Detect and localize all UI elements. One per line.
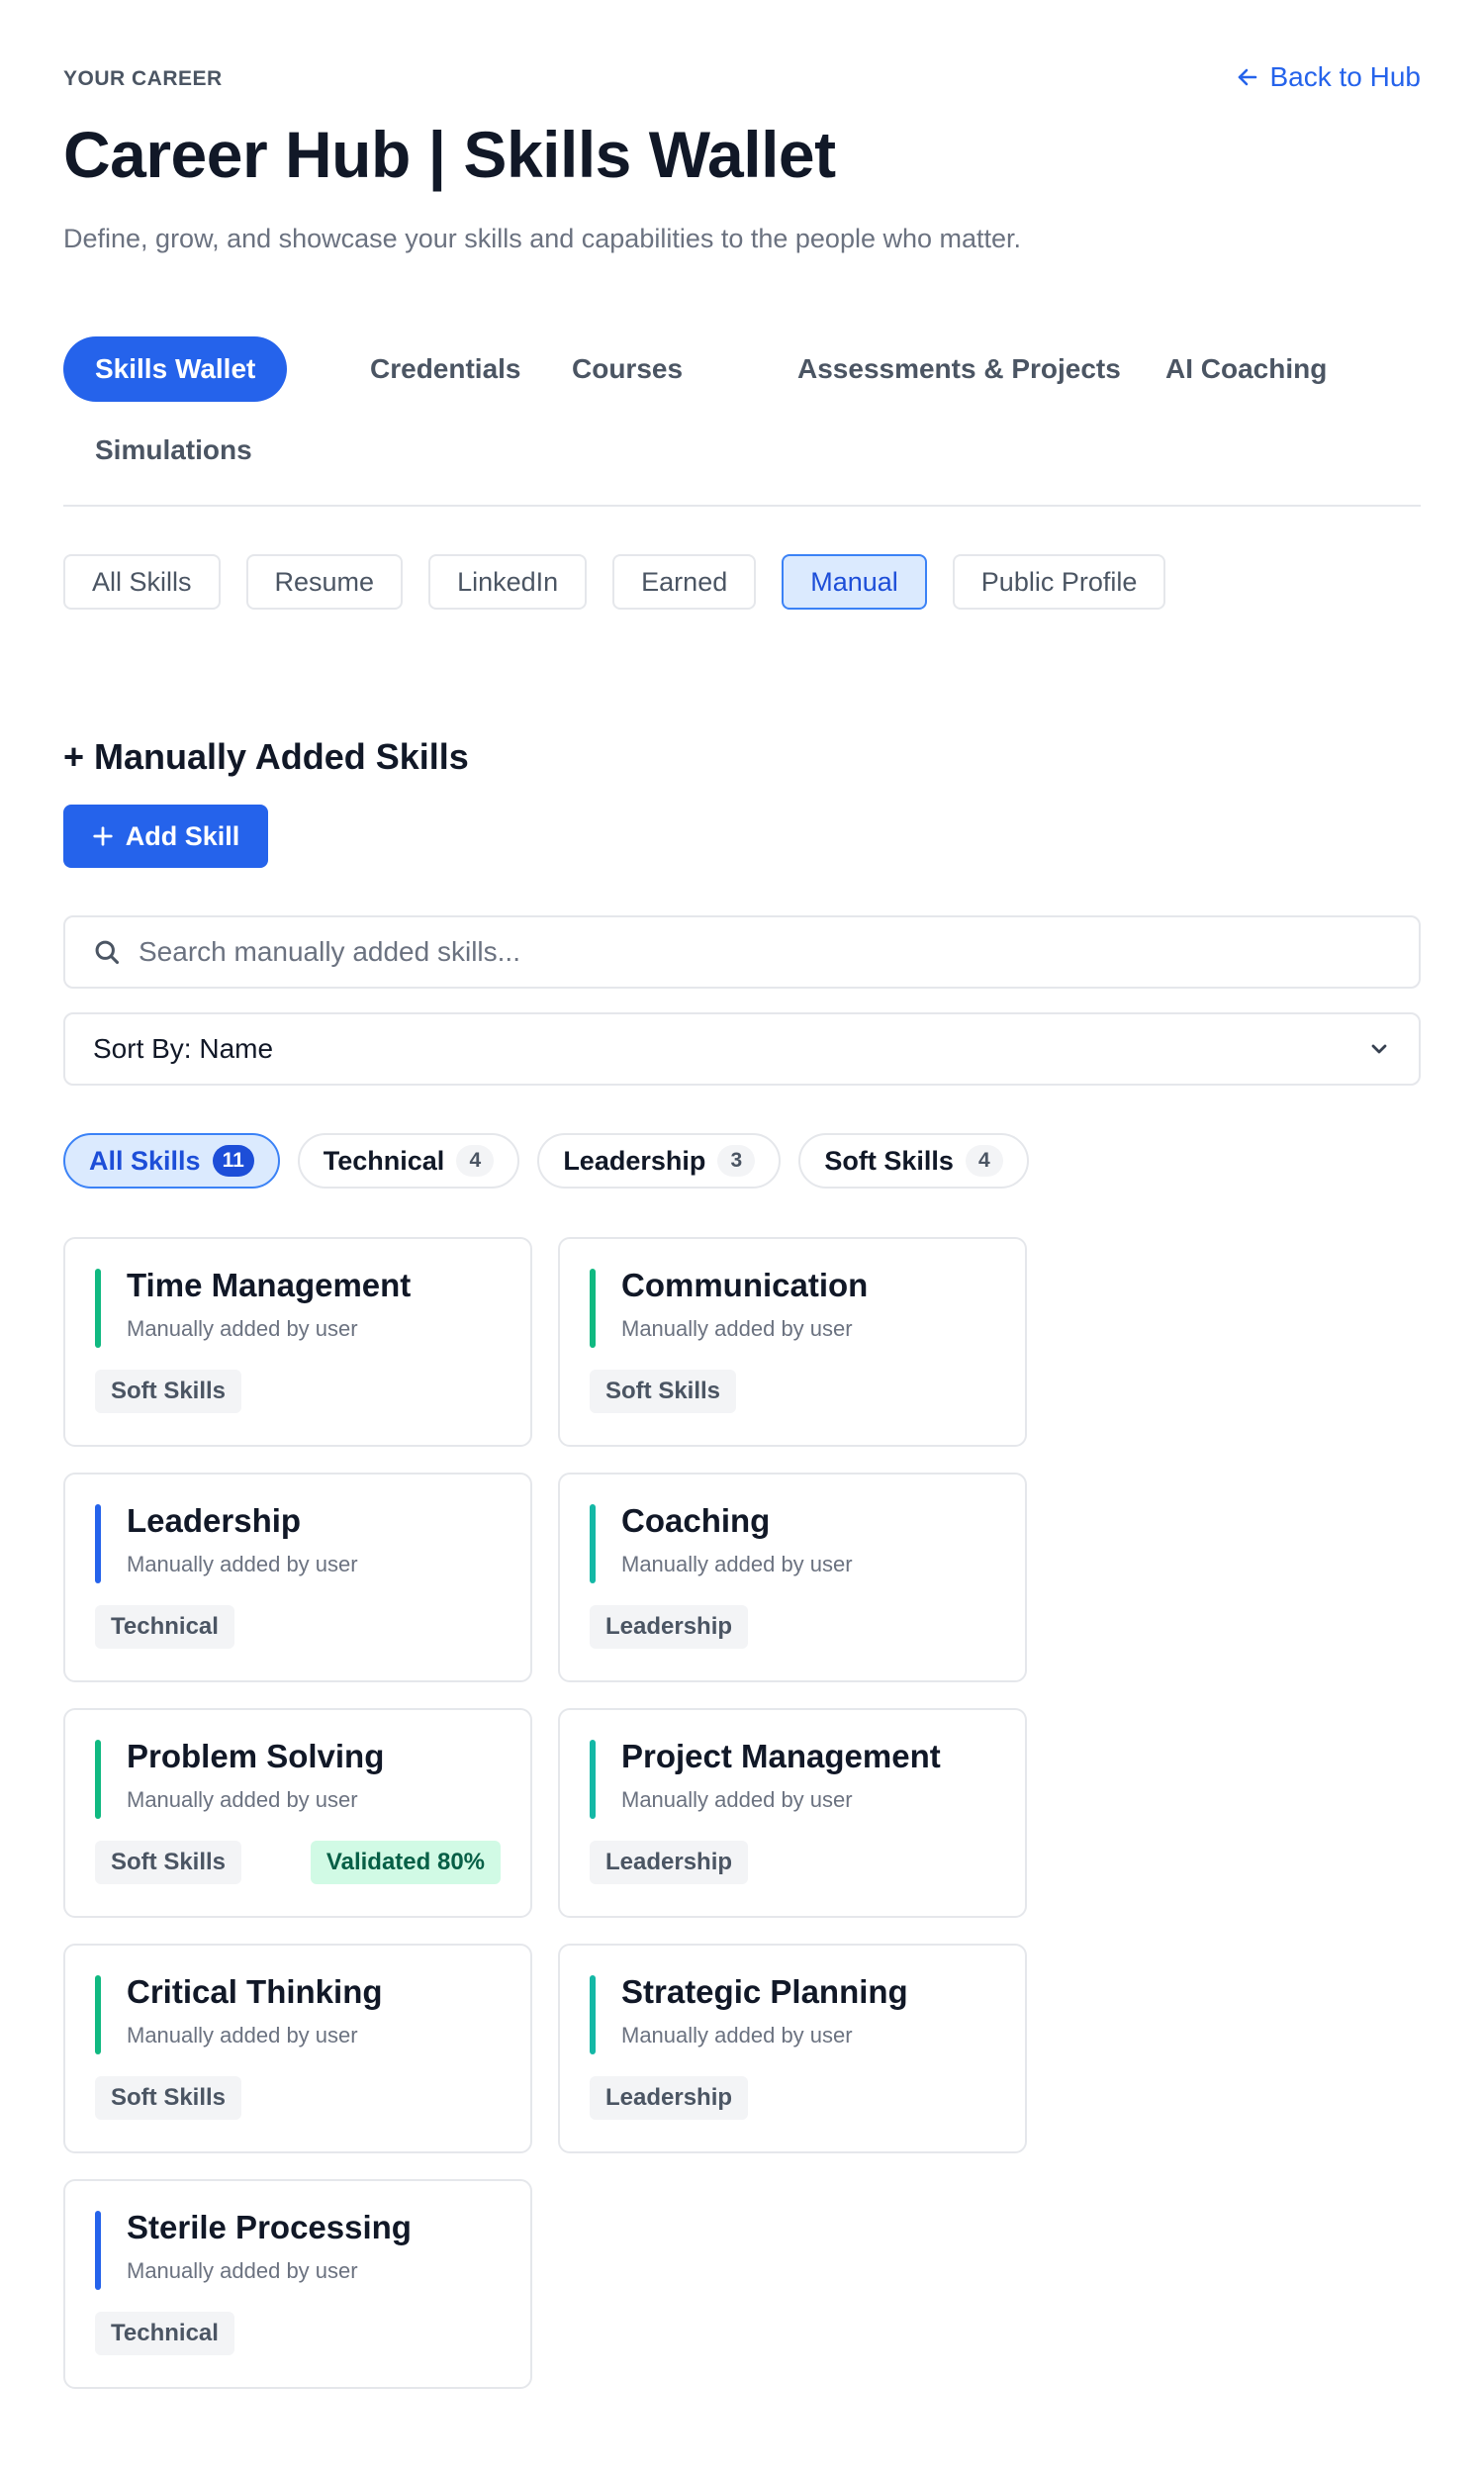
filter-earned[interactable]: Earned [612,554,757,610]
category-color-bar [95,1975,101,2054]
category-color-bar [95,1740,101,1819]
chevron-down-icon [1371,1044,1387,1054]
category-color-bar [590,1269,596,1348]
category-color-bar [95,1269,101,1348]
page-eyebrow: YOUR CAREER [63,67,223,90]
skill-category-tag: Soft Skills [95,1841,242,1884]
search-icon [95,940,120,965]
category-soft-skills[interactable]: Soft Skills 4 [798,1133,1029,1189]
skill-category-tag: Technical [95,1605,234,1649]
tab-credentials[interactable]: Credentials [338,336,553,402]
category-color-bar [95,1504,101,1583]
skills-wallet-page: YOUR CAREER Back to Hub Career Hub | Ski… [0,0,1484,2476]
skill-source: Manually added by user [621,1316,853,1341]
skill-card[interactable]: Coaching Manually added by user Leadersh… [558,1473,1027,1682]
category-count-badge: 4 [965,1145,1003,1177]
skill-card[interactable]: Leadership Manually added by user Techni… [63,1473,532,1682]
filter-resume[interactable]: Resume [245,554,404,610]
skills-grid: Time Management Manually added by user S… [63,1237,1027,2389]
tab-skills-wallet[interactable]: Skills Wallet [63,336,288,402]
back-to-hub-link[interactable]: Back to Hub [1236,61,1421,93]
skill-category-tag: Leadership [590,1605,749,1649]
skill-source: Manually added by user [127,2023,358,2047]
category-all-skills[interactable]: All Skills 11 [63,1133,280,1189]
skill-category-tag: Soft Skills [590,1370,737,1413]
tab-ai-coaching[interactable]: AI Coaching [1134,336,1358,402]
skill-name: Sterile Processing [127,2209,412,2245]
category-technical[interactable]: Technical 4 [297,1133,520,1189]
skill-name: Project Management [621,1738,941,1774]
tab-courses[interactable]: Courses [540,336,714,402]
sort-select-value: Sort By: Name [93,1033,274,1064]
skill-card[interactable]: Critical Thinking Manually added by user… [63,1944,532,2153]
source-filters: All Skills Resume LinkedIn Earned Manual… [63,554,1166,610]
skill-card[interactable]: Strategic Planning Manually added by use… [558,1944,1027,2153]
skill-name: Critical Thinking [127,1973,383,2010]
add-skill-label: Add Skill [125,820,240,851]
skill-card[interactable]: Project Management Manually added by use… [558,1708,1027,1918]
page-subtitle: Define, grow, and showcase your skills a… [63,224,1022,253]
skill-name: Time Management [127,1267,412,1303]
category-color-bar [95,2211,101,2290]
skill-category-tag: Leadership [590,1841,749,1884]
skill-card[interactable]: Communication Manually added by user Sof… [558,1237,1027,1447]
category-label: Soft Skills [824,1145,954,1176]
skill-name: Coaching [621,1502,771,1539]
main-tabs: Skills Wallet Credentials Courses Assess… [63,336,1421,507]
skill-source: Manually added by user [621,1552,853,1576]
add-skill-button[interactable]: Add Skill [63,805,268,868]
skill-category-tag: Leadership [590,2076,749,2120]
skill-source: Manually added by user [621,1787,853,1812]
category-color-bar [590,1504,596,1583]
category-color-bar [590,1975,596,2054]
filter-manual[interactable]: Manual [782,554,927,610]
skill-source: Manually added by user [127,1316,358,1341]
skill-name: Leadership [127,1502,302,1539]
tab-assessments-projects[interactable]: Assessments & Projects [766,336,1153,402]
search-input[interactable] [139,936,1375,968]
skill-card[interactable]: Problem Solving Manually added by user S… [63,1708,532,1918]
sort-select[interactable]: Sort By: Name [63,1012,1421,1086]
skill-category-tag: Technical [95,2312,234,2355]
skill-name: Strategic Planning [621,1973,908,2010]
category-filters: All Skills 11 Technical 4 Leadership 3 S… [63,1133,1029,1189]
tab-simulations[interactable]: Simulations [63,418,284,483]
skill-card[interactable]: Sterile Processing Manually added by use… [63,2179,532,2389]
category-label: Leadership [563,1145,706,1176]
category-color-bar [590,1740,596,1819]
skill-card[interactable]: Time Management Manually added by user S… [63,1237,532,1447]
validated-badge: Validated 80% [310,1841,501,1884]
category-count-badge: 11 [212,1145,254,1177]
filter-public-profile[interactable]: Public Profile [952,554,1166,610]
skill-category-tag: Soft Skills [95,1370,242,1413]
arrow-left-icon [1239,68,1257,86]
category-leadership[interactable]: Leadership 3 [537,1133,782,1189]
filter-all-skills[interactable]: All Skills [63,554,221,610]
section-title: + Manually Added Skills [63,736,469,777]
category-label: Technical [323,1145,445,1176]
skill-source: Manually added by user [127,1787,358,1812]
back-to-hub-label: Back to Hub [1269,61,1421,92]
skill-source: Manually added by user [621,2023,853,2047]
skill-name: Communication [621,1267,869,1303]
category-count-badge: 4 [456,1145,495,1177]
category-label: All Skills [89,1145,201,1176]
search-box [63,915,1421,989]
page-title: Career Hub | Skills Wallet [63,118,836,191]
skill-category-tag: Soft Skills [95,2076,242,2120]
skill-name: Problem Solving [127,1738,385,1774]
skill-source: Manually added by user [127,2258,358,2283]
skill-source: Manually added by user [127,1552,358,1576]
category-count-badge: 3 [717,1145,756,1177]
plus-icon [93,826,113,846]
filter-linkedin[interactable]: LinkedIn [428,554,588,610]
